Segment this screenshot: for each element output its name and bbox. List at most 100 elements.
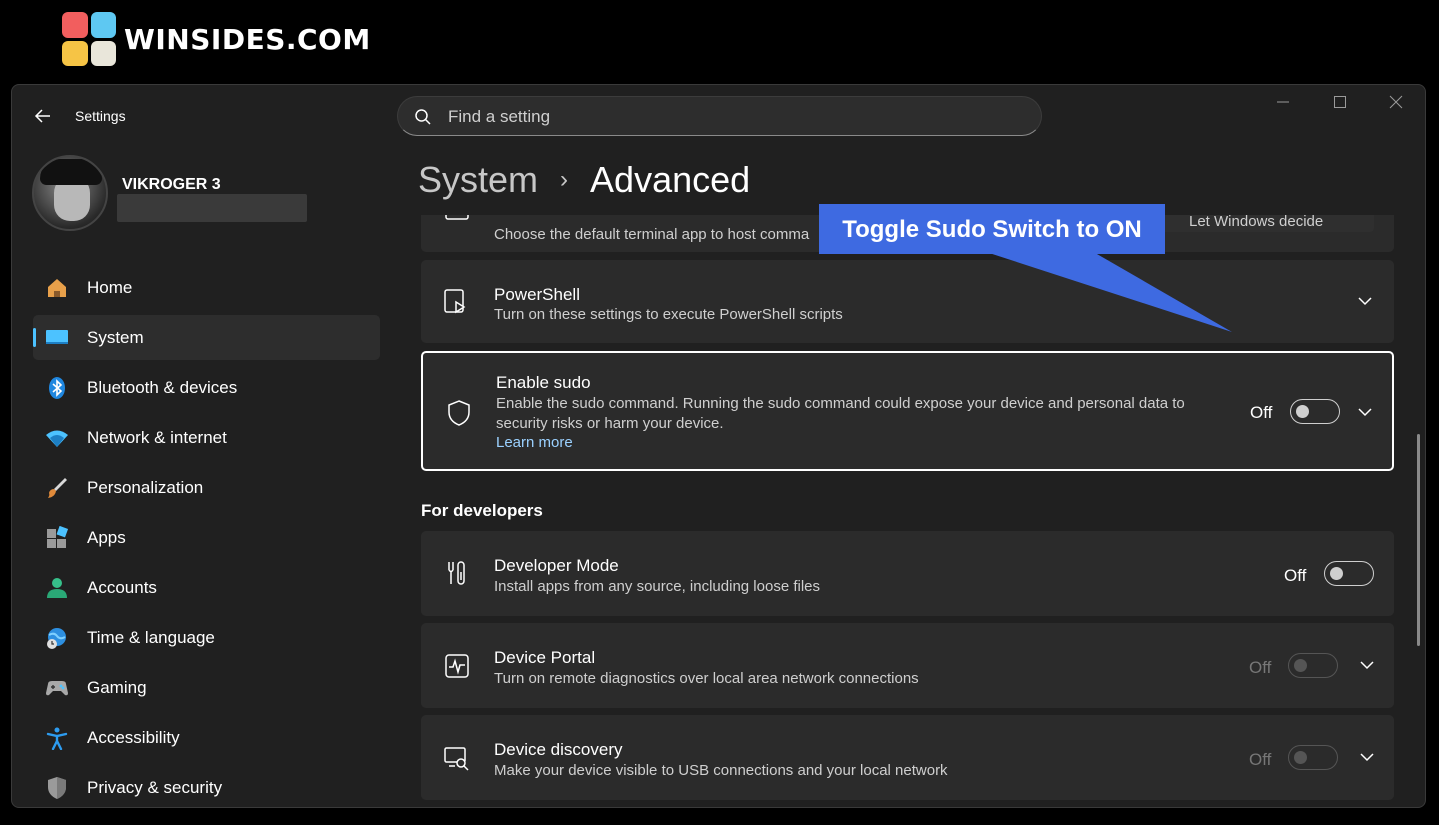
sidebar-item-label: Apps	[87, 528, 126, 547]
section-title-developers: For developers	[421, 501, 543, 520]
home-icon	[45, 276, 69, 300]
avatar	[32, 155, 108, 231]
sudo-toggle[interactable]	[1290, 399, 1340, 424]
sidebar-item-label: Accessibility	[87, 728, 180, 747]
enable-sudo-desc-line2: security risks or harm your device.	[496, 415, 724, 432]
settings-window: Settings VIKROGER 3	[11, 84, 1426, 808]
device-search-icon	[444, 747, 469, 771]
breadcrumb-parent[interactable]: System	[418, 159, 538, 201]
chevron-down-icon[interactable]	[1358, 748, 1376, 766]
wifi-icon	[45, 426, 69, 450]
chevron-down-icon[interactable]	[1356, 403, 1374, 421]
shield-icon	[448, 400, 470, 426]
powershell-icon	[444, 289, 466, 314]
enable-sudo-title: Enable sudo	[496, 373, 591, 392]
annotation-text: Toggle Sudo Switch to ON	[842, 216, 1142, 243]
annotation-callout: Toggle Sudo Switch to ON	[819, 204, 1165, 254]
developer-tools-icon	[448, 561, 465, 585]
device-discovery-desc: Make your device visible to USB connecti…	[494, 762, 948, 779]
enable-sudo-card[interactable]: Enable sudo Enable the sudo command. Run…	[421, 351, 1394, 471]
powershell-title: PowerShell	[494, 285, 580, 304]
globe-clock-icon	[45, 626, 69, 650]
system-icon	[45, 326, 69, 350]
gamepad-icon	[45, 676, 69, 700]
callout-arrow	[980, 250, 1232, 332]
device-portal-toggle[interactable]	[1288, 653, 1338, 678]
page-title: Advanced	[590, 159, 751, 200]
pulse-icon	[445, 654, 469, 678]
sidebar-item-label: Bluetooth & devices	[87, 378, 238, 397]
sidebar-item-system[interactable]: System	[33, 315, 380, 360]
sidebar-item-accounts[interactable]: Accounts	[33, 565, 380, 610]
sidebar-item-personalization[interactable]: Personalization	[33, 465, 380, 510]
sidebar-item-label: Gaming	[87, 678, 147, 697]
sidebar-item-time-language[interactable]: Time & language	[33, 615, 380, 660]
sidebar-item-label: Network & internet	[87, 428, 227, 447]
sidebar-item-label: Time & language	[87, 628, 215, 647]
user-profile[interactable]: VIKROGER 3	[32, 155, 392, 235]
terminal-icon	[445, 215, 469, 220]
content-scrollbar[interactable]	[1417, 434, 1420, 646]
winsides-logo-text: WINSIDES.COM	[124, 22, 371, 56]
sudo-toggle-state: Off	[1250, 403, 1273, 422]
developer-mode-title: Developer Mode	[494, 556, 619, 575]
device-discovery-title: Device discovery	[494, 740, 623, 759]
bluetooth-icon	[45, 376, 69, 400]
developer-mode-desc: Install apps from any source, including …	[494, 578, 821, 595]
device-discovery-card[interactable]: Device discovery Make your device visibl…	[421, 715, 1394, 800]
sidebar-item-label: Accounts	[87, 578, 157, 597]
maximize-button[interactable]	[1320, 95, 1360, 115]
sidebar-item-label: Home	[87, 278, 133, 297]
settings-content: Choose the default terminal app to host …	[412, 215, 1417, 807]
developer-mode-toggle[interactable]	[1324, 561, 1374, 586]
search-box[interactable]	[397, 96, 1042, 136]
sidebar-item-network[interactable]: Network & internet	[33, 415, 380, 460]
shield-icon	[45, 776, 69, 800]
powershell-desc: Turn on these settings to execute PowerS…	[494, 306, 843, 323]
device-portal-state: Off	[1249, 658, 1272, 677]
brush-icon	[45, 476, 69, 500]
device-portal-card[interactable]: Device Portal Turn on remote diagnostics…	[421, 623, 1394, 708]
minimize-icon	[1277, 101, 1289, 103]
developer-mode-card[interactable]: Developer Mode Install apps from any sou…	[421, 531, 1394, 616]
device-portal-desc: Turn on remote diagnostics over local ar…	[494, 670, 919, 687]
winsides-logo-mark	[62, 12, 116, 66]
sidebar-item-label: Personalization	[87, 478, 204, 497]
terminal-dropdown-value: Let Windows decide	[1189, 215, 1324, 230]
sidebar-item-privacy-security[interactable]: Privacy & security	[33, 765, 380, 807]
accounts-icon	[45, 576, 69, 600]
terminal-dropdown[interactable]: Let Windows decide	[1161, 215, 1374, 232]
search-icon	[415, 109, 431, 125]
user-email-redacted	[117, 194, 307, 222]
learn-more-link[interactable]: Learn more	[496, 434, 573, 451]
enable-sudo-desc-line1: Enable the sudo command. Running the sud…	[496, 395, 1185, 412]
app-title: Settings	[75, 108, 126, 124]
sidebar-item-label: Privacy & security	[87, 778, 223, 797]
back-arrow-icon	[34, 109, 50, 123]
chevron-down-icon[interactable]	[1356, 292, 1374, 310]
sidebar-item-gaming[interactable]: Gaming	[33, 665, 380, 710]
title-bar: Settings	[12, 85, 1425, 145]
minimize-button[interactable]	[1263, 95, 1303, 115]
sidebar-nav: Home System Bluetooth & devices Network …	[33, 265, 380, 807]
apps-icon	[45, 526, 69, 550]
sidebar-item-home[interactable]: Home	[33, 265, 380, 310]
chevron-down-icon[interactable]	[1358, 656, 1376, 674]
device-portal-title: Device Portal	[494, 648, 596, 667]
powershell-card[interactable]: PowerShell Turn on these settings to exe…	[421, 260, 1394, 343]
user-name: VIKROGER 3	[122, 176, 221, 193]
search-input[interactable]	[448, 106, 1008, 128]
breadcrumb: System › Advanced	[418, 159, 750, 201]
breadcrumb-separator: ›	[560, 166, 569, 193]
sidebar-item-label: System	[87, 328, 144, 347]
sidebar-item-accessibility[interactable]: Accessibility	[33, 715, 380, 760]
back-button[interactable]	[32, 105, 54, 127]
device-discovery-state: Off	[1249, 750, 1272, 769]
terminal-desc: Choose the default terminal app to host …	[494, 226, 810, 243]
sidebar-item-apps[interactable]: Apps	[33, 515, 380, 560]
device-discovery-toggle[interactable]	[1288, 745, 1338, 770]
screenshot-root: WINSIDES.COM Settings Find a setting VIK…	[0, 0, 1439, 825]
sidebar-item-bluetooth[interactable]: Bluetooth & devices	[33, 365, 380, 410]
close-button[interactable]	[1376, 95, 1416, 115]
accessibility-icon	[45, 726, 69, 750]
